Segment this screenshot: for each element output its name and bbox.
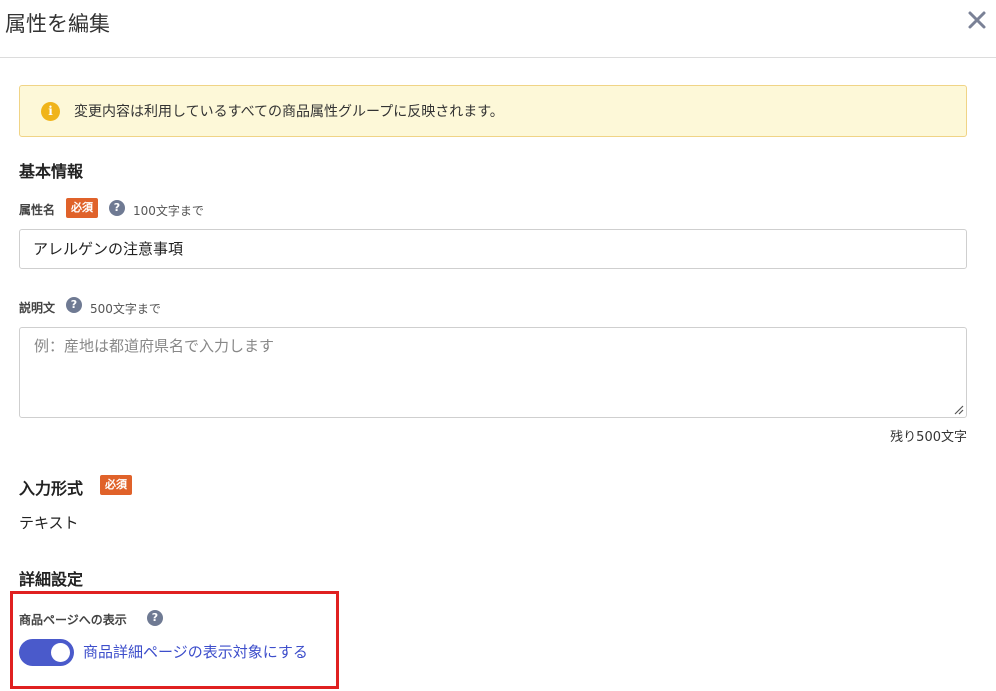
- help-icon[interactable]: ?: [109, 200, 125, 216]
- description-textarea[interactable]: 例：産地は都道府県名で入力します: [19, 327, 967, 418]
- attribute-name-hint: 100文字まで: [133, 204, 204, 218]
- toggle-knob: [51, 643, 70, 662]
- notice-text: 変更内容は利用しているすべての商品属性グループに反映されます。: [74, 104, 504, 120]
- resize-handle-icon[interactable]: [952, 403, 964, 415]
- info-notice: i 変更内容は利用しているすべての商品属性グループに反映されます。: [19, 85, 967, 137]
- attribute-name-input[interactable]: アレルゲンの注意事項: [19, 229, 967, 269]
- section-title-basic-info: 基本情報: [19, 162, 84, 181]
- product-page-display-toggle[interactable]: [19, 639, 74, 666]
- input-format-value: テキスト: [19, 514, 79, 532]
- section-title-input-format: 入力形式: [19, 479, 84, 498]
- dialog-header: 属性を編集: [0, 0, 996, 58]
- section-title-detail-settings: 詳細設定: [19, 570, 84, 589]
- product-page-display-label: 商品ページへの表示: [19, 613, 127, 627]
- required-badge: 必須: [100, 475, 132, 495]
- remaining-characters: 残り500文字: [890, 430, 967, 445]
- description-placeholder: 例：産地は都道府県名で入力します: [34, 337, 275, 355]
- toggle-label[interactable]: 商品詳細ページの表示対象にする: [83, 641, 308, 662]
- required-badge: 必須: [66, 198, 98, 218]
- dialog-title: 属性を編集: [5, 12, 110, 36]
- help-icon[interactable]: ?: [66, 297, 82, 313]
- description-label: 説明文: [19, 301, 56, 315]
- info-icon: i: [41, 102, 60, 121]
- description-hint: 500文字まで: [90, 302, 161, 316]
- attribute-name-label: 属性名: [19, 203, 56, 217]
- close-icon[interactable]: [966, 9, 988, 31]
- help-icon[interactable]: ?: [147, 610, 163, 626]
